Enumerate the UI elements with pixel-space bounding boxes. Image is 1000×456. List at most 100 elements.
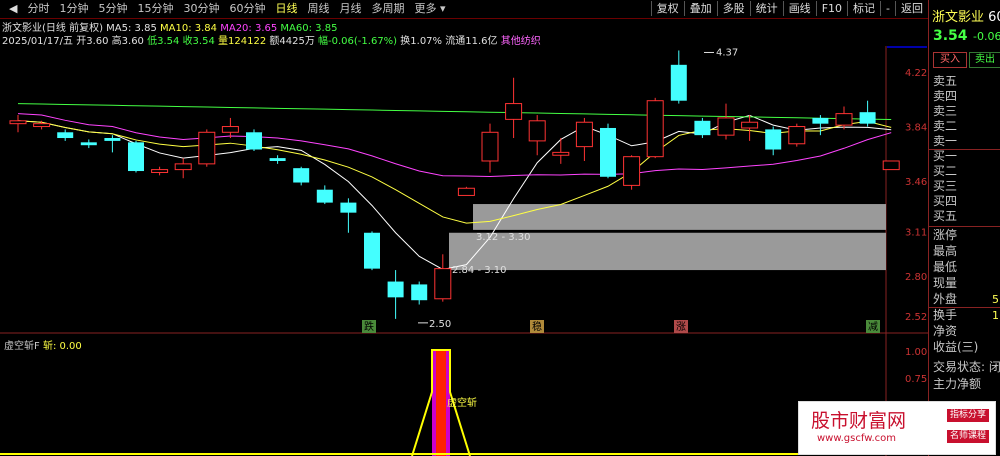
sell-button[interactable]: 卖出 [969, 52, 1000, 68]
stat-1: 最高 [933, 244, 958, 258]
stat-7: 收益(三) [933, 340, 979, 354]
candle-10 [246, 129, 262, 151]
candle-body-2 [57, 132, 74, 139]
candle-13 [316, 185, 333, 205]
signal-marker-text-0: 跌 [364, 320, 374, 333]
candle-28 [670, 50, 687, 104]
candle-body-24 [575, 121, 593, 148]
price-tick-2: 3.46 [905, 177, 927, 188]
period-tab-7[interactable]: 周线 [302, 2, 334, 16]
candle-body-4 [104, 138, 121, 141]
candle-14 [340, 198, 357, 233]
period-tab-0[interactable]: 分时 [22, 2, 54, 16]
price-tick-0: 4.22 [905, 68, 927, 79]
candle-body-14 [340, 202, 357, 213]
period-tab-1[interactable]: 1分钟 [54, 2, 93, 16]
candle-5 [128, 140, 144, 173]
period-tab-9[interactable]: 多周期 [366, 2, 409, 16]
candle-22 [528, 115, 546, 156]
sell-level-0: 卖五 [933, 74, 958, 88]
ma60-line [17, 103, 892, 121]
gap-label-lower: 2.84 - 3.10 [452, 265, 507, 276]
candle-18 [434, 254, 452, 302]
buy-button[interactable]: 买入 [933, 52, 967, 68]
candle-3 [80, 139, 97, 149]
candle-32 [765, 126, 782, 156]
candle-body-17 [411, 284, 428, 301]
candle-body-15 [364, 232, 380, 269]
period-tab-3[interactable]: 15分钟 [132, 2, 178, 16]
candle-body-16 [387, 281, 404, 298]
period-tab-5[interactable]: 60分钟 [224, 2, 270, 16]
toolbar-button-6[interactable]: 标记 [847, 1, 880, 16]
candle-23 [552, 138, 570, 164]
candle-29 [694, 117, 711, 139]
site-logo[interactable]: 股市财富网 www.gscfw.com 指标分享 名师课程 [798, 401, 996, 455]
price-tick-4: 2.80 [905, 272, 927, 283]
candle-body-3 [80, 142, 97, 146]
candle-body-34 [812, 117, 829, 124]
period-tab-6[interactable]: 日线 [270, 2, 302, 16]
sell-level-3: 卖二 [933, 119, 958, 133]
toolbar-button-7[interactable]: - [880, 1, 895, 16]
candle-20 [481, 123, 499, 173]
toolbar-button-4[interactable]: 画线 [782, 1, 816, 16]
period-tabs: ◀ 分时 1分钟 5分钟 15分钟 30分钟 60分钟 日线 周线 月线 多周期 更多 ▾ [4, 2, 451, 16]
candle-6 [151, 166, 169, 176]
stat-3: 现量 [933, 276, 958, 290]
candle-26 [623, 155, 641, 190]
candle-15 [364, 231, 380, 271]
kline-chart[interactable]: 3.12 - 3.30 2.84 - 3.10 4.37 2.50 4.22 3.84 3.… [0, 46, 928, 456]
low-label: 2.50 [429, 319, 451, 330]
candle-0 [9, 115, 27, 133]
candle-body-28 [670, 64, 687, 101]
toolbar-button-1[interactable]: 叠加 [683, 1, 717, 16]
quote-info: 2025/01/17/五 开3.60 高3.60 低3.54 收3.54 量12… [2, 32, 541, 47]
candle-body-12 [293, 168, 310, 183]
candle-34 [812, 115, 829, 136]
indicator-title[interactable]: 虚空斩F [4, 341, 40, 352]
toolbar-button-0[interactable]: 复权 [650, 1, 684, 16]
price-tick-1: 3.84 [905, 123, 927, 134]
back-arrow-icon[interactable]: ◀ [4, 2, 22, 16]
stat-6: 净资 [933, 324, 958, 338]
candle-body-30 [717, 117, 735, 136]
candle-25 [600, 123, 616, 179]
logo-url: www.gscfw.com [817, 433, 896, 444]
candle-19 [457, 186, 475, 196]
candle-body-26 [623, 156, 641, 186]
function-buttons: 复权 叠加 多股 统计 画线 F10 标记 - 返回 [650, 1, 928, 16]
candles [9, 50, 900, 319]
candle-body-5 [128, 142, 144, 172]
signal-label: 虚空斩 [447, 396, 477, 409]
candle-body-18 [434, 268, 452, 300]
candle-body-37 [882, 160, 900, 171]
toolbar-button-3[interactable]: 统计 [749, 1, 783, 16]
candle-body-27 [646, 100, 664, 158]
candle-body-9 [221, 126, 239, 133]
candle-30 [717, 103, 735, 140]
candle-body-25 [600, 127, 616, 177]
toolbar-button-2[interactable]: 多股 [716, 1, 750, 16]
candle-body-23 [552, 151, 570, 156]
candle-37 [882, 160, 900, 171]
indicator-panel: 1.000.750.50虚空斩 [0, 347, 927, 456]
candle-body-31 [741, 121, 759, 129]
buy-level-3: 买四 [933, 194, 958, 208]
main-flow: 主力净额 [933, 377, 982, 391]
period-tab-10[interactable]: 更多 ▾ [409, 2, 450, 16]
period-tab-2[interactable]: 5分钟 [93, 2, 132, 16]
gap-box-upper [473, 204, 886, 230]
toolbar-button-5[interactable]: F10 [815, 1, 847, 16]
gap-label-upper: 3.12 - 3.30 [476, 232, 531, 243]
candle-4 [104, 135, 121, 153]
period-tab-8[interactable]: 月线 [334, 2, 366, 16]
period-tab-4[interactable]: 30分钟 [178, 2, 224, 16]
toolbar-button-8[interactable]: 返回 [895, 1, 928, 16]
stat-2: 最低 [933, 260, 958, 274]
candle-body-21 [505, 103, 523, 120]
sell-level-2: 卖三 [933, 104, 958, 118]
candle-16 [387, 270, 404, 319]
price-tick-5: 2.52 [905, 312, 927, 323]
candle-11 [269, 155, 286, 164]
